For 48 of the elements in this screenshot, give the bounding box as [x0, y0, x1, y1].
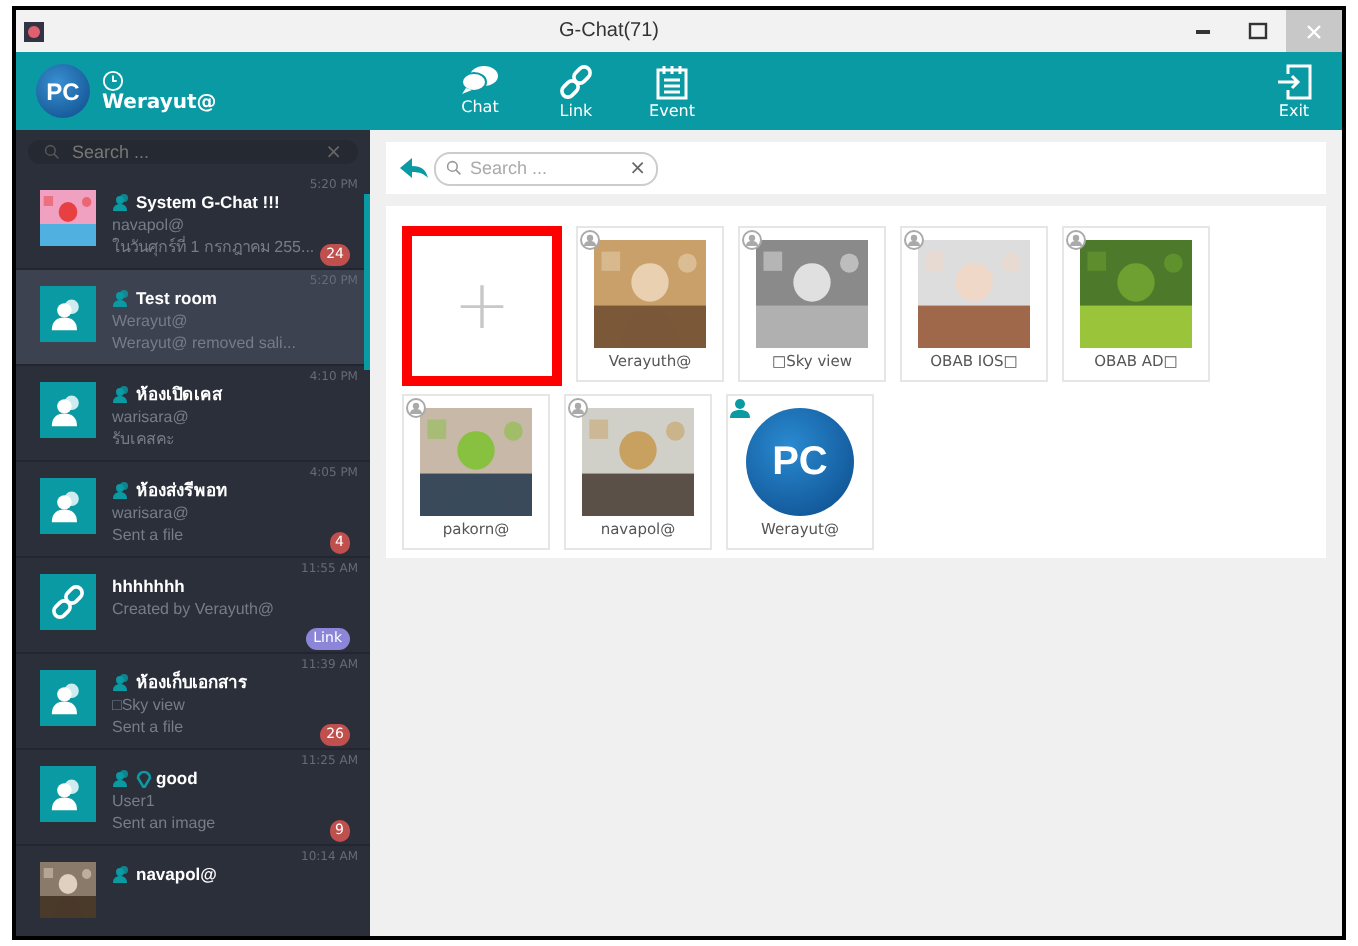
app-logo: PC [36, 64, 90, 118]
window-title: G-Chat(71) [556, 20, 661, 42]
chat-preview: Werayut@ removed sali... [112, 334, 297, 354]
group-icon [112, 287, 132, 307]
chat-name: good [156, 767, 198, 787]
link-icon [558, 63, 594, 99]
group-icon [112, 479, 132, 499]
chat-icon [460, 63, 500, 95]
user-name: Werayut@ [102, 91, 219, 113]
clock-icon [102, 69, 124, 91]
chat-preview: Sent a file [112, 526, 184, 546]
chat-sender: User1 [112, 792, 155, 812]
group-icon [112, 767, 132, 787]
group-icon [112, 191, 132, 211]
calendar-icon [656, 63, 688, 99]
member-search-field[interactable]: Search ... × [434, 151, 658, 185]
chat-name: ห้องส่งรีพอท [136, 477, 228, 503]
chat-sender: warisara@ [112, 408, 189, 428]
group-icon [112, 863, 132, 883]
link-icon [50, 584, 86, 620]
chat-sender: navapol@ [112, 216, 185, 236]
chat-sender: warisara@ [112, 504, 189, 524]
chat-name: Test room [136, 287, 217, 307]
chat-sender: Werayut@ [112, 312, 188, 332]
chat-name: navapol@ [136, 863, 217, 883]
close-icon [1306, 23, 1322, 39]
member-logo: PC [746, 408, 854, 516]
chat-sender: Created by Verayuth@ [112, 600, 275, 620]
chat-preview: ในวันศุกร์ที่ 1 กรกฎาคม 255... [112, 238, 315, 258]
chat-preview: Sent a file [112, 718, 184, 738]
chat-preview: Sent an image [112, 814, 216, 834]
group-icon [112, 383, 132, 403]
chat-name: System G-Chat !!! [136, 191, 280, 211]
clear-button[interactable]: × [629, 157, 646, 179]
chat-preview: รับเคสคะ [112, 430, 174, 450]
chat-sender: □Sky view [112, 696, 185, 716]
exit-icon [1276, 63, 1312, 99]
scrollbar[interactable] [364, 194, 370, 370]
group-icon [112, 671, 132, 691]
maximize-icon [1248, 21, 1268, 41]
chat-name: ห้องเปิดเคส [136, 381, 222, 407]
back-icon[interactable] [398, 156, 430, 180]
search-icon [44, 144, 60, 160]
chat-name: hhhhhhh [112, 575, 185, 595]
chat-name: ห้องเก็บเอกสาร [136, 668, 248, 695]
search-icon [446, 160, 462, 176]
app-icon [24, 21, 44, 41]
minimize-icon [1195, 29, 1209, 33]
